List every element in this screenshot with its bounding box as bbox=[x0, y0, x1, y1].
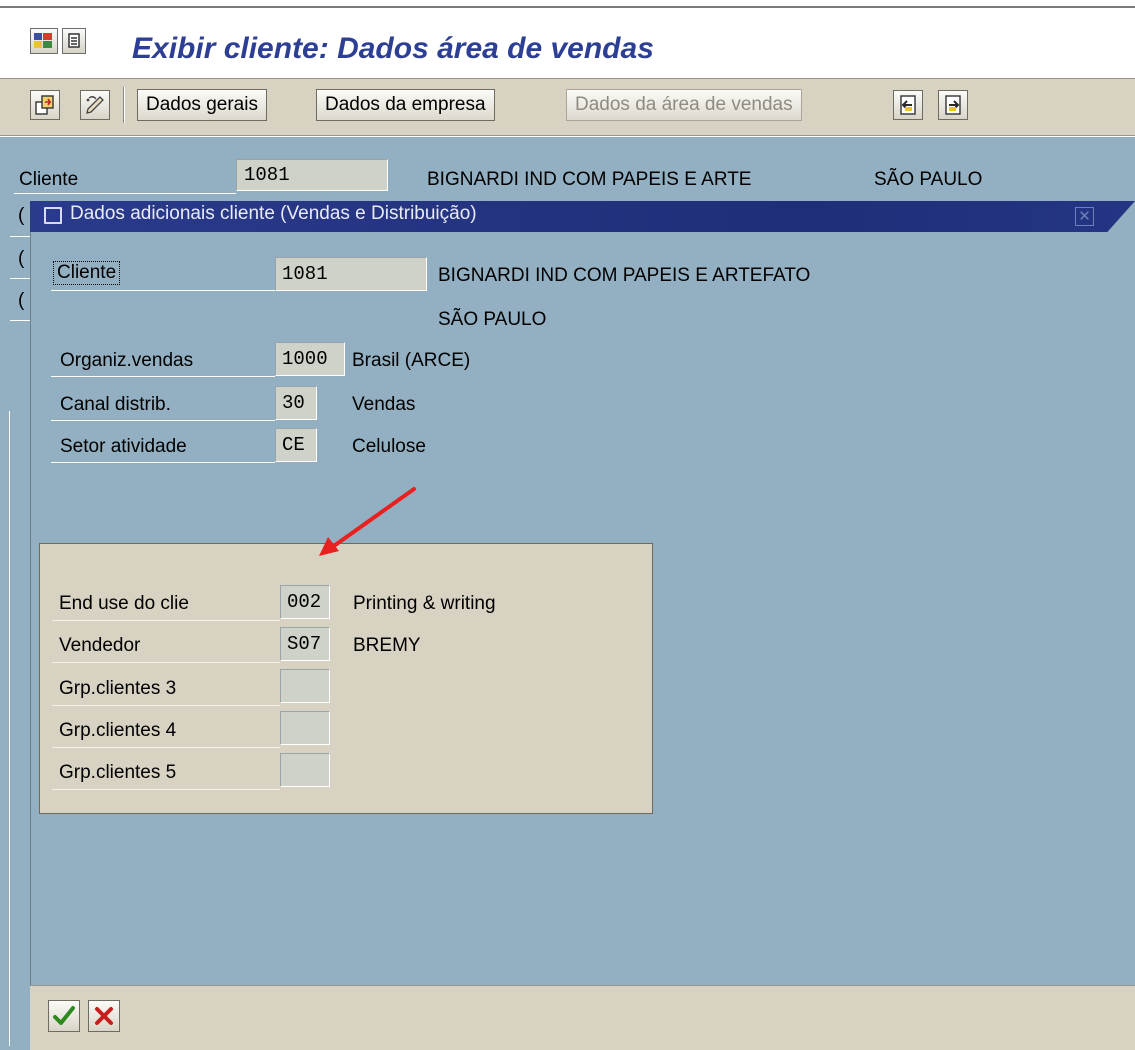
customer-group-5-label: Grp.clientes 5 bbox=[59, 762, 177, 783]
end-use-description: Printing & writing bbox=[353, 593, 496, 614]
page-title: Exibir cliente: Dados área de vendas bbox=[132, 32, 654, 65]
distribution-channel-underline bbox=[51, 420, 275, 421]
dialog-title: Dados adicionais cliente (Vendas e Distr… bbox=[70, 203, 477, 224]
cliente-city: SÃO PAULO bbox=[438, 309, 547, 330]
salesperson-underline bbox=[52, 662, 280, 663]
toolbar-separator bbox=[123, 87, 125, 123]
end-use-field[interactable]: 002 bbox=[280, 585, 330, 619]
bg-hidden-field-stub: ( bbox=[18, 205, 25, 226]
bg-cliente-name: BIGNARDI IND COM PAPEIS E ARTE bbox=[427, 169, 752, 190]
end-use-label: End use do clie bbox=[59, 593, 189, 614]
division-description: Celulose bbox=[352, 436, 426, 457]
cliente-field[interactable]: 1081 bbox=[275, 257, 427, 291]
title-bar: Exibir cliente: Dados área de vendas bbox=[0, 10, 1135, 76]
distribution-channel-field[interactable]: 30 bbox=[275, 386, 317, 420]
confirm-check-icon[interactable] bbox=[48, 1000, 80, 1032]
previous-screen-icon[interactable] bbox=[893, 90, 923, 120]
sales-org-description: Brasil (ARCE) bbox=[352, 350, 471, 371]
bg-frame-line bbox=[9, 411, 10, 1046]
cliente-name: BIGNARDI IND COM PAPEIS E ARTEFATO bbox=[438, 265, 811, 286]
customer-group-4-field[interactable] bbox=[280, 711, 330, 745]
bg-hidden-underline bbox=[10, 278, 30, 279]
top-window-border bbox=[0, 0, 1135, 8]
additional-data-dialog: Dados adicionais cliente (Vendas e Distr… bbox=[30, 201, 1135, 1050]
screen-options-icon[interactable] bbox=[62, 28, 86, 54]
cancel-x-icon[interactable] bbox=[88, 1000, 120, 1032]
other-customer-icon[interactable] bbox=[30, 90, 60, 120]
division-underline bbox=[51, 462, 275, 463]
sales-area-data-button: Dados da área de vendas bbox=[566, 89, 802, 121]
bg-cliente-label: Cliente bbox=[19, 169, 79, 190]
end-use-underline bbox=[52, 620, 280, 621]
customer-group-3-underline bbox=[52, 705, 280, 706]
distribution-channel-description: Vendas bbox=[352, 394, 416, 415]
bg-hidden-underline bbox=[10, 320, 30, 321]
bg-cliente-underline bbox=[14, 193, 236, 194]
customer-group-5-field[interactable] bbox=[280, 753, 330, 787]
salesperson-description: BREMY bbox=[353, 635, 421, 656]
cliente-label: Cliente bbox=[53, 261, 121, 285]
customer-group-3-field[interactable] bbox=[280, 669, 330, 703]
distribution-channel-label: Canal distrib. bbox=[60, 394, 171, 415]
bg-hidden-field-stub: ( bbox=[18, 290, 25, 311]
dialog-window-icon bbox=[44, 207, 62, 224]
close-icon[interactable]: ✕ bbox=[1075, 207, 1094, 226]
customer-group-5-underline bbox=[52, 789, 280, 790]
dialog-body: Cliente 1081 BIGNARDI IND COM PAPEIS E A… bbox=[30, 232, 1135, 985]
bg-hidden-underline bbox=[10, 236, 30, 237]
salesperson-field[interactable]: S07 bbox=[280, 627, 330, 661]
sales-org-field[interactable]: 1000 bbox=[275, 342, 345, 376]
display-change-icon[interactable] bbox=[80, 90, 110, 120]
sales-org-label: Organiz.vendas bbox=[60, 350, 194, 371]
bg-cliente-city: SÃO PAULO bbox=[874, 169, 983, 190]
bg-cliente-field[interactable]: 1081 bbox=[236, 159, 388, 191]
customer-groups-box: End use do clie 002 Printing & writing V… bbox=[39, 543, 653, 814]
division-label: Setor atividade bbox=[60, 436, 187, 457]
cliente-underline bbox=[51, 290, 275, 291]
customer-group-4-underline bbox=[52, 747, 280, 748]
division-field[interactable]: CE bbox=[275, 428, 317, 462]
bg-hidden-field-stub: ( bbox=[18, 248, 25, 269]
dialog-title-bar: Dados adicionais cliente (Vendas e Distr… bbox=[30, 201, 1135, 232]
customer-group-4-label: Grp.clientes 4 bbox=[59, 720, 177, 741]
general-data-button[interactable]: Dados gerais bbox=[137, 89, 267, 121]
sales-org-underline bbox=[51, 376, 275, 377]
system-menu-icon[interactable] bbox=[30, 28, 58, 54]
application-toolbar: Dados gerais Dados da empresa Dados da á… bbox=[0, 78, 1135, 136]
next-screen-icon[interactable] bbox=[938, 90, 968, 120]
dialog-footer-toolbar bbox=[30, 985, 1135, 1050]
salesperson-label: Vendedor bbox=[59, 635, 141, 656]
customer-group-3-label: Grp.clientes 3 bbox=[59, 678, 177, 699]
company-data-button[interactable]: Dados da empresa bbox=[316, 89, 495, 121]
